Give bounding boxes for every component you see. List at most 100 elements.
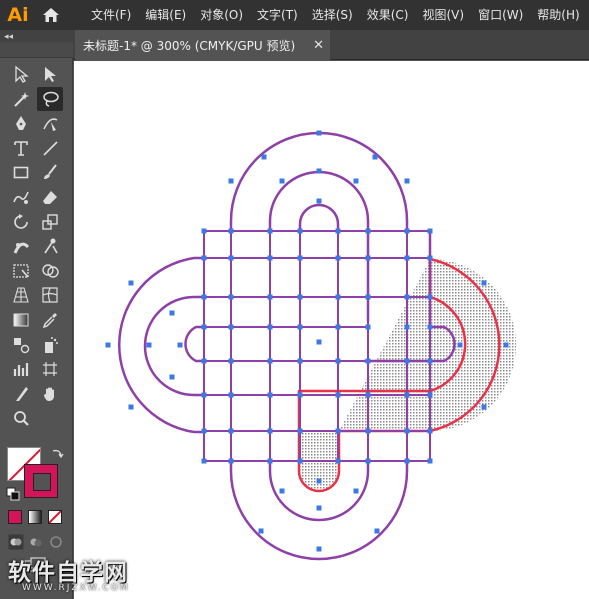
knot-artwork[interactable] — [74, 61, 589, 599]
anchor-point[interactable] — [365, 358, 371, 364]
anchor-point[interactable] — [404, 178, 410, 184]
anchor-point[interactable] — [404, 428, 410, 434]
menu-item-5[interactable]: 效果(C) — [360, 0, 416, 30]
menu-item-0[interactable]: 文件(F) — [84, 0, 138, 30]
anchor-point[interactable] — [177, 342, 183, 348]
anchor-point[interactable] — [404, 458, 410, 464]
stroke-swatch[interactable] — [24, 464, 58, 498]
anchor-point[interactable] — [297, 428, 303, 434]
paintbrush-icon[interactable] — [37, 160, 63, 184]
curvature-icon[interactable] — [37, 111, 63, 135]
anchor-point[interactable] — [228, 428, 234, 434]
anchor-point[interactable] — [404, 324, 410, 330]
type-icon[interactable] — [8, 136, 34, 160]
anchor-point[interactable] — [316, 339, 322, 345]
anchor-point[interactable] — [146, 342, 152, 348]
anchor-point[interactable] — [372, 154, 378, 160]
artboard-canvas[interactable] — [74, 61, 589, 599]
anchor-point[interactable] — [201, 228, 207, 234]
anchor-point[interactable] — [267, 392, 273, 398]
anchor-point[interactable] — [335, 294, 341, 300]
anchor-point[interactable] — [316, 198, 322, 204]
anchor-point[interactable] — [105, 342, 111, 348]
anchor-point[interactable] — [258, 528, 264, 534]
anchor-point[interactable] — [128, 280, 134, 286]
draw-inside-icon[interactable] — [48, 534, 64, 550]
pen-icon[interactable] — [8, 111, 34, 135]
rotate-icon[interactable] — [8, 210, 34, 234]
anchor-point[interactable] — [353, 178, 359, 184]
anchor-point[interactable] — [228, 294, 234, 300]
scale-icon[interactable] — [37, 210, 63, 234]
line-segment-icon[interactable] — [37, 136, 63, 160]
menu-item-1[interactable]: 编辑(E) — [138, 0, 193, 30]
anchor-point[interactable] — [335, 358, 341, 364]
anchor-point[interactable] — [228, 255, 234, 261]
anchor-point[interactable] — [365, 255, 371, 261]
anchor-point[interactable] — [427, 228, 433, 234]
anchor-point[interactable] — [427, 458, 433, 464]
anchor-point[interactable] — [316, 546, 322, 552]
gradient-icon[interactable] — [8, 308, 34, 332]
free-transform-icon[interactable] — [8, 259, 34, 283]
anchor-point[interactable] — [228, 228, 234, 234]
anchor-point[interactable] — [297, 458, 303, 464]
anchor-point[interactable] — [201, 458, 207, 464]
anchor-point[interactable] — [261, 154, 267, 160]
anchor-point[interactable] — [365, 294, 371, 300]
anchor-point[interactable] — [335, 458, 341, 464]
anchor-point[interactable] — [279, 488, 285, 494]
mesh-icon[interactable] — [37, 283, 63, 307]
anchor-point[interactable] — [404, 228, 410, 234]
anchor-point[interactable] — [503, 342, 509, 348]
anchor-point[interactable] — [316, 505, 322, 511]
anchor-point[interactable] — [267, 358, 273, 364]
anchor-point[interactable] — [404, 294, 410, 300]
none-mode-button[interactable] — [48, 510, 62, 524]
anchor-point[interactable] — [297, 324, 303, 330]
puppet-warp-icon[interactable] — [37, 234, 63, 258]
anchor-point[interactable] — [201, 428, 207, 434]
anchor-point[interactable] — [169, 310, 175, 316]
home-icon[interactable] — [36, 0, 66, 30]
anchor-point[interactable] — [201, 392, 207, 398]
anchor-point[interactable] — [228, 358, 234, 364]
anchor-point[interactable] — [427, 428, 433, 434]
anchor-point[interactable] — [228, 324, 234, 330]
anchor-point[interactable] — [404, 358, 410, 364]
anchor-point[interactable] — [365, 228, 371, 234]
blend-icon[interactable] — [8, 333, 34, 357]
width-icon[interactable] — [8, 234, 34, 258]
anchor-point[interactable] — [457, 342, 463, 348]
column-graph-icon[interactable] — [8, 357, 34, 381]
anchor-point[interactable] — [201, 255, 207, 261]
zoom-icon[interactable] — [8, 406, 34, 430]
knot-left-inner-path[interactable] — [184, 325, 206, 363]
knot-innermost-top-path[interactable] — [298, 203, 340, 233]
magic-wand-icon[interactable] — [8, 87, 34, 111]
anchor-point[interactable] — [335, 392, 341, 398]
lasso-icon[interactable] — [37, 86, 63, 111]
anchor-point[interactable] — [404, 255, 410, 261]
anchor-point[interactable] — [297, 358, 303, 364]
menu-item-3[interactable]: 文字(T) — [250, 0, 305, 30]
anchor-point[interactable] — [481, 280, 487, 286]
symbol-sprayer-icon[interactable] — [37, 333, 63, 357]
anchor-point[interactable] — [279, 178, 285, 184]
anchor-point[interactable] — [374, 528, 380, 534]
anchor-point[interactable] — [297, 228, 303, 234]
anchor-point[interactable] — [267, 324, 273, 330]
anchor-point[interactable] — [365, 392, 371, 398]
anchor-point[interactable] — [365, 458, 371, 464]
anchor-point[interactable] — [335, 428, 341, 434]
knot-outer-path[interactable] — [229, 131, 409, 233]
anchor-point[interactable] — [228, 392, 234, 398]
anchor-point[interactable] — [267, 228, 273, 234]
tools-panel-header[interactable] — [0, 42, 73, 58]
anchor-point[interactable] — [201, 324, 207, 330]
menu-item-7[interactable]: 窗口(W) — [471, 0, 530, 30]
anchor-point[interactable] — [267, 294, 273, 300]
anchor-point[interactable] — [427, 392, 433, 398]
anchor-point[interactable] — [427, 255, 433, 261]
shaper-icon[interactable] — [8, 185, 34, 209]
